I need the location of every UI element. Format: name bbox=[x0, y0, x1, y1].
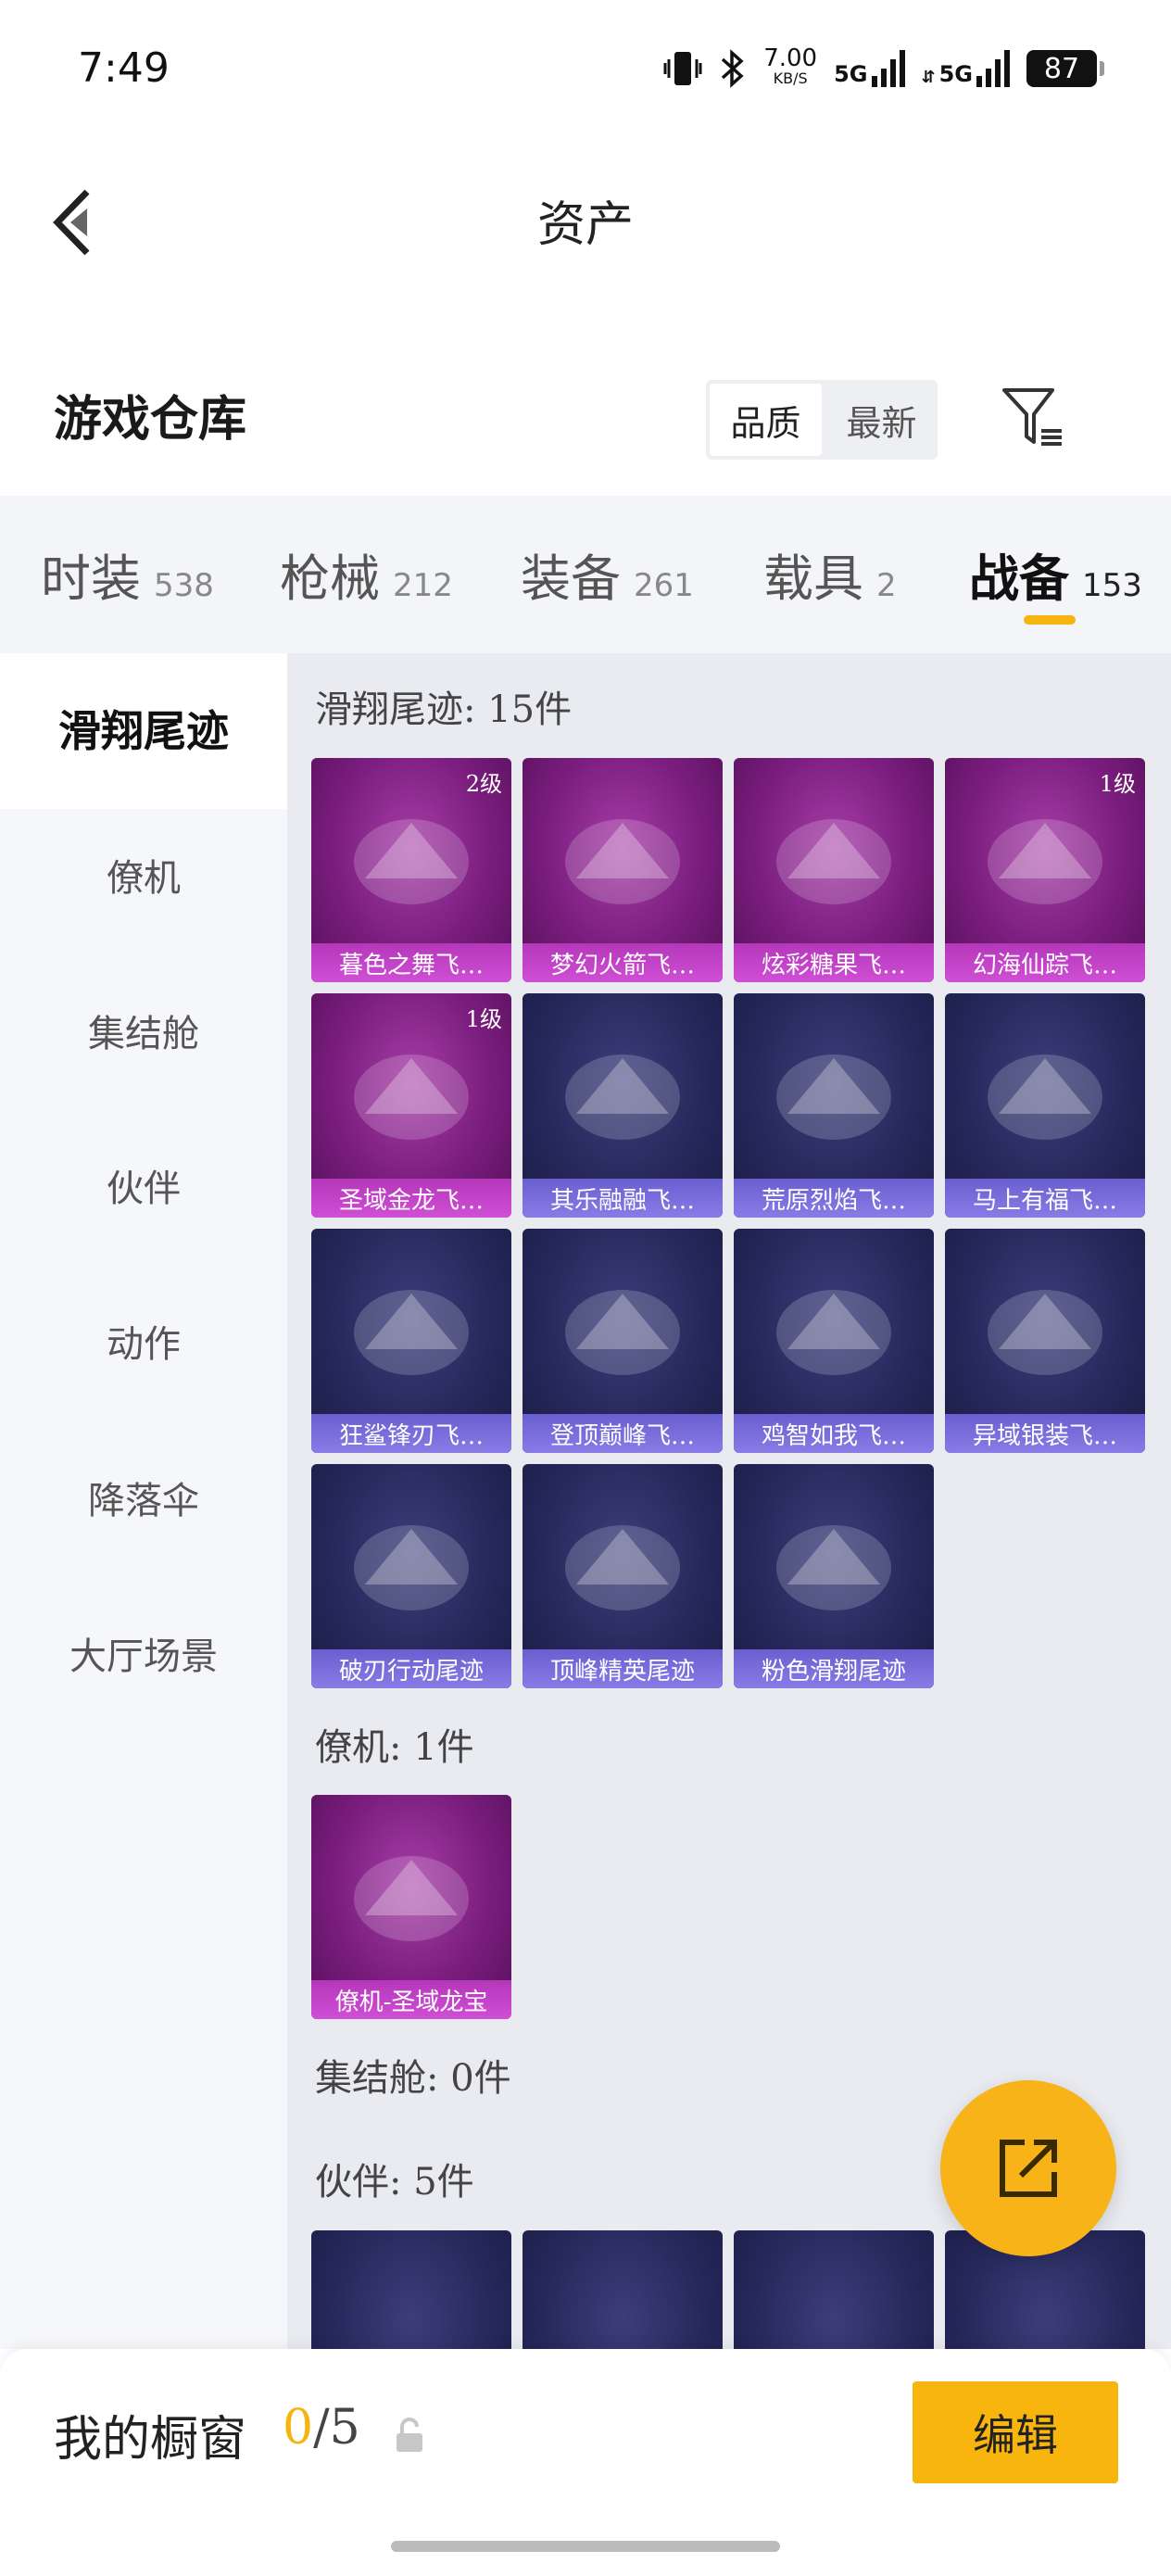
share-button[interactable] bbox=[940, 2080, 1116, 2256]
showcase-count: 0/5 bbox=[283, 2400, 360, 2456]
item-name: 破刃行动尾迹 bbox=[311, 1649, 511, 1688]
item-card[interactable]: 异域银装飞… bbox=[945, 1229, 1145, 1453]
item-name: 鸡智如我飞… bbox=[734, 1414, 934, 1453]
status-time: 7:49 bbox=[78, 44, 170, 92]
item-name: 暮色之舞飞… bbox=[311, 943, 511, 982]
item-card[interactable]: 马上有福飞… bbox=[945, 993, 1145, 1218]
sidebar-item-wingman[interactable]: 僚机 bbox=[0, 848, 287, 902]
item-name: 狂鲨锋刃飞… bbox=[311, 1414, 511, 1453]
item-name: 其乐融融飞… bbox=[523, 1179, 723, 1218]
group-label-wingman: 僚机: 1件 bbox=[315, 1726, 474, 1769]
home-indicator[interactable] bbox=[391, 2541, 780, 2552]
bluetooth-icon bbox=[722, 49, 744, 88]
status-icons: 7.00 KB/S 5G ⇵ 5G 87 bbox=[663, 41, 1104, 96]
sidebar-item-glide-trail[interactable]: 滑翔尾迹 bbox=[0, 653, 287, 809]
item-image bbox=[988, 1054, 1102, 1140]
item-image bbox=[354, 1054, 469, 1140]
item-image bbox=[776, 1054, 891, 1140]
item-level-badge: 2级 bbox=[465, 771, 502, 797]
item-card[interactable] bbox=[523, 2230, 723, 2349]
item-card[interactable] bbox=[734, 2230, 934, 2349]
item-image bbox=[354, 1856, 469, 1941]
sidebar-item-pod[interactable]: 集结舱 bbox=[0, 1004, 287, 1057]
item-card[interactable]: 1级圣域金龙飞… bbox=[311, 993, 511, 1218]
item-card[interactable]: 破刃行动尾迹 bbox=[311, 1464, 511, 1688]
item-image bbox=[988, 819, 1102, 904]
item-name: 马上有福飞… bbox=[945, 1179, 1145, 1218]
tab-guns[interactable]: 枪械 212 bbox=[280, 537, 453, 611]
item-name: 登顶巅峰飞… bbox=[523, 1414, 723, 1453]
item-card[interactable]: 1级幻海仙踪飞… bbox=[945, 758, 1145, 982]
external-link-icon bbox=[1000, 2140, 1057, 2197]
tab-fashion[interactable]: 时装 538 bbox=[41, 537, 214, 611]
item-name: 荒原烈焰飞… bbox=[734, 1179, 934, 1218]
item-card[interactable] bbox=[311, 2230, 511, 2349]
tab-vehicles[interactable]: 载具 2 bbox=[763, 537, 897, 611]
showcase-label: 我的橱窗 bbox=[54, 2412, 247, 2468]
signal-1: 5G bbox=[834, 50, 905, 87]
item-name: 幻海仙踪飞… bbox=[945, 943, 1145, 982]
sidebar-item-partner[interactable]: 伙伴 bbox=[0, 1158, 287, 1212]
sidebar-item-parachute[interactable]: 降落伞 bbox=[0, 1471, 287, 1524]
group-label-partner: 伙伴: 5件 bbox=[315, 2161, 474, 2203]
item-image bbox=[565, 819, 680, 904]
network-speed: 7.00 KB/S bbox=[763, 44, 818, 87]
item-image bbox=[354, 819, 469, 904]
signal-2: ⇵ 5G bbox=[922, 50, 1010, 87]
item-card[interactable]: 僚机-圣域龙宝 bbox=[311, 1795, 511, 2019]
item-name: 圣域金龙飞… bbox=[311, 1179, 511, 1218]
item-card[interactable]: 登顶巅峰飞… bbox=[523, 1229, 723, 1453]
lock-icon bbox=[394, 2417, 425, 2454]
item-card[interactable]: 粉色滑翔尾迹 bbox=[734, 1464, 934, 1688]
page-title: 资产 bbox=[536, 197, 634, 253]
vibrate-icon bbox=[663, 52, 702, 85]
battery-indicator: 87 bbox=[1026, 50, 1104, 87]
item-card[interactable]: 顶峰精英尾迹 bbox=[523, 1464, 723, 1688]
item-name: 僚机-圣域龙宝 bbox=[311, 1980, 511, 2019]
sidebar-item-emote[interactable]: 动作 bbox=[0, 1314, 287, 1368]
item-card[interactable]: 炫彩糖果飞… bbox=[734, 758, 934, 982]
item-name: 炫彩糖果飞… bbox=[734, 943, 934, 982]
item-card[interactable]: 2级暮色之舞飞… bbox=[311, 758, 511, 982]
item-name: 粉色滑翔尾迹 bbox=[734, 1649, 934, 1688]
category-tabs: 时装 538 枪械 212 装备 261 载具 2 战备 153 bbox=[0, 496, 1171, 653]
item-image bbox=[776, 819, 891, 904]
sort-newest-option[interactable]: 最新 bbox=[825, 380, 938, 460]
group-label-glide: 滑翔尾迹: 15件 bbox=[315, 688, 573, 731]
item-image bbox=[565, 1054, 680, 1140]
item-card[interactable]: 狂鲨锋刃飞… bbox=[311, 1229, 511, 1453]
tab-combat-prep[interactable]: 战备 153 bbox=[969, 537, 1142, 611]
item-image bbox=[776, 1290, 891, 1375]
item-image bbox=[776, 1525, 891, 1610]
active-tab-indicator bbox=[1024, 615, 1076, 625]
sort-toggle: 品质 最新 bbox=[706, 380, 938, 460]
item-image bbox=[565, 1525, 680, 1610]
item-card[interactable]: 梦幻火箭飞… bbox=[523, 758, 723, 982]
filter-button[interactable] bbox=[1001, 385, 1065, 449]
section-title: 游戏仓库 bbox=[54, 391, 247, 448]
tab-equipment[interactable]: 装备 261 bbox=[521, 537, 694, 611]
item-name: 梦幻火箭飞… bbox=[523, 943, 723, 982]
sort-quality-option[interactable]: 品质 bbox=[710, 384, 822, 456]
item-card[interactable]: 荒原烈焰飞… bbox=[734, 993, 934, 1218]
item-card[interactable]: 其乐融融飞… bbox=[523, 993, 723, 1218]
item-image bbox=[354, 1525, 469, 1610]
sidebar-item-lobby-scene[interactable]: 大厅场景 bbox=[0, 1626, 287, 1680]
item-name: 异域银装飞… bbox=[945, 1414, 1145, 1453]
item-level-badge: 1级 bbox=[1099, 771, 1136, 797]
item-image bbox=[988, 1290, 1102, 1375]
filter-icon bbox=[1002, 388, 1062, 446]
edit-button[interactable]: 编辑 bbox=[913, 2381, 1118, 2483]
item-image bbox=[354, 1290, 469, 1375]
sidebar: 滑翔尾迹 僚机 集结舱 伙伴 动作 降落伞 大厅场景 bbox=[0, 653, 287, 2349]
group-label-pod: 集结舱: 0件 bbox=[315, 2057, 511, 2100]
item-image bbox=[565, 1290, 680, 1375]
item-card[interactable]: 鸡智如我飞… bbox=[734, 1229, 934, 1453]
item-name: 顶峰精英尾迹 bbox=[523, 1649, 723, 1688]
item-level-badge: 1级 bbox=[465, 1006, 502, 1032]
